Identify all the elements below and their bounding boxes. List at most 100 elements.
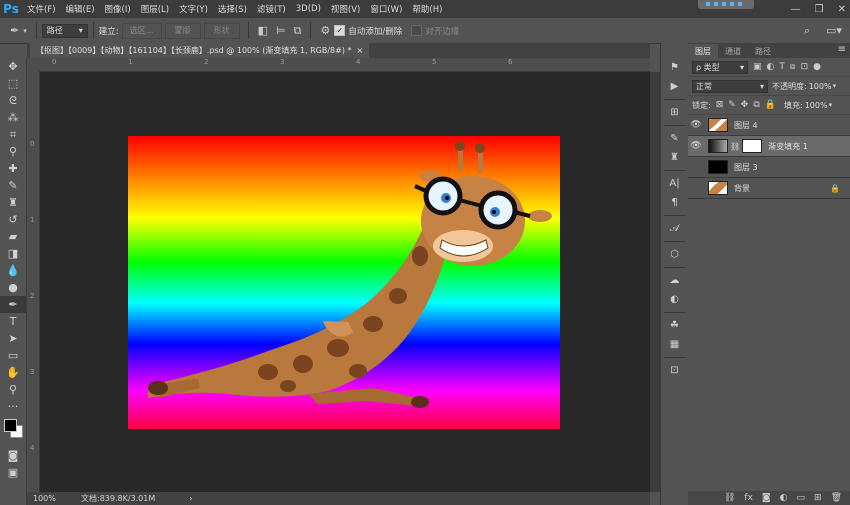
path-operations-icon[interactable]: ◧ (258, 24, 268, 37)
blur-tool-icon[interactable]: 💧 (0, 262, 26, 279)
chevron-down-icon[interactable]: ▾ (833, 82, 837, 90)
lock-artboard-icon[interactable]: ⧉ (753, 100, 759, 110)
history-brush-tool-icon[interactable]: ↺ (0, 211, 26, 228)
menu-help[interactable]: 帮助(H) (407, 3, 447, 15)
info-panel-icon[interactable]: ⊡ (661, 361, 688, 380)
filter-shape-icon[interactable]: ⧈ (790, 62, 796, 72)
3d-panel-icon[interactable]: ⬡ (661, 245, 688, 264)
character-panel-icon[interactable]: A| (661, 174, 688, 193)
zoom-tool-icon[interactable]: ⚲ (0, 381, 26, 398)
path-arrangement-icon[interactable]: ⧉ (294, 24, 302, 38)
document-tab[interactable]: 【抠图】【0009】【动物】【161104】【长颈鹿】.psd @ 100% (… (30, 43, 370, 58)
visibility-eye-icon[interactable]: 👁 (688, 162, 704, 172)
new-layer-icon[interactable]: ⊞ (814, 493, 822, 503)
pen-tool-icon[interactable]: ✒ (10, 24, 19, 37)
delete-layer-icon[interactable]: 🗑 (831, 493, 842, 503)
tab-layers[interactable]: 图层 (688, 44, 718, 58)
filter-toggle-icon[interactable]: ● (813, 62, 821, 72)
healing-brush-tool-icon[interactable]: ✚ (0, 160, 26, 177)
layer-filter-select[interactable]: ρ 类型 ▾ (692, 60, 748, 74)
menu-select[interactable]: 选择(S) (213, 3, 252, 15)
new-adjustment-layer-icon[interactable]: ◐ (780, 493, 788, 503)
lasso-tool-icon[interactable]: ᘓ (0, 92, 26, 109)
search-icon[interactable]: ⌕ (804, 24, 810, 38)
path-selection-tool-icon[interactable]: ➤ (0, 330, 26, 347)
rectangle-tool-icon[interactable]: ▭ (0, 347, 26, 364)
paragraph-panel-icon[interactable]: ¶ (661, 193, 688, 212)
more-tools-icon[interactable]: ··· (0, 398, 26, 415)
filter-type-icon[interactable]: T (779, 62, 785, 72)
marquee-tool-icon[interactable]: ⬚ (0, 75, 26, 92)
menu-window[interactable]: 窗口(W) (365, 3, 407, 15)
eyedropper-tool-icon[interactable]: ⚲ (0, 143, 26, 160)
properties-panel-icon[interactable]: ⊞ (661, 103, 688, 122)
workspace-icon[interactable]: ▭▾ (826, 24, 842, 37)
menu-file[interactable]: 文件(F) (22, 3, 61, 15)
close-icon[interactable]: × (357, 46, 364, 55)
blend-mode-select[interactable]: 正常 ▾ (692, 79, 768, 93)
clone-stamp-tool-icon[interactable]: ♜ (0, 194, 26, 211)
lock-all-icon[interactable]: 🔒 (765, 100, 776, 110)
foreground-color-swatch[interactable] (4, 419, 17, 432)
tool-preset-chevron-icon[interactable]: ▾ (23, 27, 27, 35)
add-mask-icon[interactable]: ◙ (762, 493, 771, 503)
layer-style-icon[interactable]: fx (744, 493, 753, 503)
filter-smart-object-icon[interactable]: ⊡ (801, 62, 809, 72)
menu-edit[interactable]: 编辑(E) (61, 3, 100, 15)
history-panel-icon[interactable]: ⚑ (661, 58, 688, 77)
align-edges-checkbox[interactable]: ✓ (411, 25, 423, 36)
document-canvas[interactable] (128, 136, 560, 429)
chevron-right-icon[interactable]: › (189, 494, 192, 503)
opacity-value[interactable]: 100% (809, 82, 832, 91)
filter-pixel-icon[interactable]: ▣ (753, 62, 762, 72)
layer-row[interactable]: 👁 ⛓ 渐变填充 1 (688, 136, 850, 157)
make-selection-button[interactable]: 选区... (121, 22, 162, 39)
canvas-area[interactable] (40, 72, 650, 492)
lock-position-icon[interactable]: ✥ (741, 100, 749, 110)
libraries-panel-icon[interactable]: ☁ (661, 271, 688, 290)
lock-transparent-icon[interactable]: ⊠ (716, 100, 724, 110)
adjustments-panel-icon[interactable]: ◐ (661, 290, 688, 309)
zoom-level[interactable]: 100% (33, 494, 81, 503)
tab-channels[interactable]: 通道 (718, 44, 748, 58)
menu-type[interactable]: 文字(Y) (174, 3, 213, 15)
layer-row[interactable]: 👁 背景 🔒 (688, 178, 850, 199)
hand-tool-icon[interactable]: ✋ (0, 364, 26, 381)
visibility-eye-icon[interactable]: 👁 (688, 183, 704, 193)
new-group-icon[interactable]: ▭ (797, 493, 806, 503)
auto-add-delete-checkbox[interactable]: ✓ (334, 25, 346, 36)
type-tool-icon[interactable]: T (0, 313, 26, 330)
chevron-down-icon[interactable]: ▾ (829, 101, 833, 109)
eraser-tool-icon[interactable]: ▰ (0, 228, 26, 245)
glyphs-panel-icon[interactable]: 𝒜 (661, 219, 688, 238)
restore-icon[interactable]: ❐ (815, 4, 824, 15)
layer-row[interactable]: 👁 图层 3 (688, 157, 850, 178)
vertical-scrollbar[interactable] (650, 72, 660, 492)
layer-row[interactable]: 👁 图层 4 (688, 115, 850, 136)
pen-tool-icon[interactable]: ✒ (0, 296, 26, 313)
visibility-eye-icon[interactable]: 👁 (688, 141, 704, 151)
link-layers-icon[interactable]: ⛓ (724, 493, 735, 503)
swatches-panel-icon[interactable]: ☘ (661, 316, 688, 335)
menu-filter[interactable]: 滤镜(T) (252, 3, 291, 15)
magic-wand-tool-icon[interactable]: ⁂ (0, 109, 26, 126)
brush-tool-icon[interactable]: ✎ (0, 177, 26, 194)
fill-value[interactable]: 100% (805, 101, 828, 110)
crop-tool-icon[interactable]: ⌗ (0, 126, 26, 143)
lock-image-icon[interactable]: ✎ (728, 100, 736, 110)
menu-view[interactable]: 视图(V) (326, 3, 365, 15)
menu-image[interactable]: 图像(I) (100, 3, 136, 15)
make-mask-button[interactable]: 蒙版 (164, 22, 201, 39)
quick-mask-icon[interactable]: ◙ (0, 447, 26, 464)
filter-adjustment-icon[interactable]: ◐ (767, 62, 775, 72)
minimize-icon[interactable]: — (791, 4, 801, 15)
pen-mode-select[interactable]: 路径 ▾ (41, 23, 88, 38)
menu-layer[interactable]: 图层(L) (136, 3, 174, 15)
move-tool-icon[interactable]: ✥ (0, 58, 26, 75)
gradient-tool-icon[interactable]: ◨ (0, 245, 26, 262)
tab-paths[interactable]: 路径 (748, 44, 778, 58)
actions-panel-icon[interactable]: ▶ (661, 77, 688, 96)
brush-panel-icon[interactable]: ✎ (661, 129, 688, 148)
menu-3d[interactable]: 3D(D) (291, 4, 326, 14)
close-window-icon[interactable]: ✕ (838, 4, 846, 15)
